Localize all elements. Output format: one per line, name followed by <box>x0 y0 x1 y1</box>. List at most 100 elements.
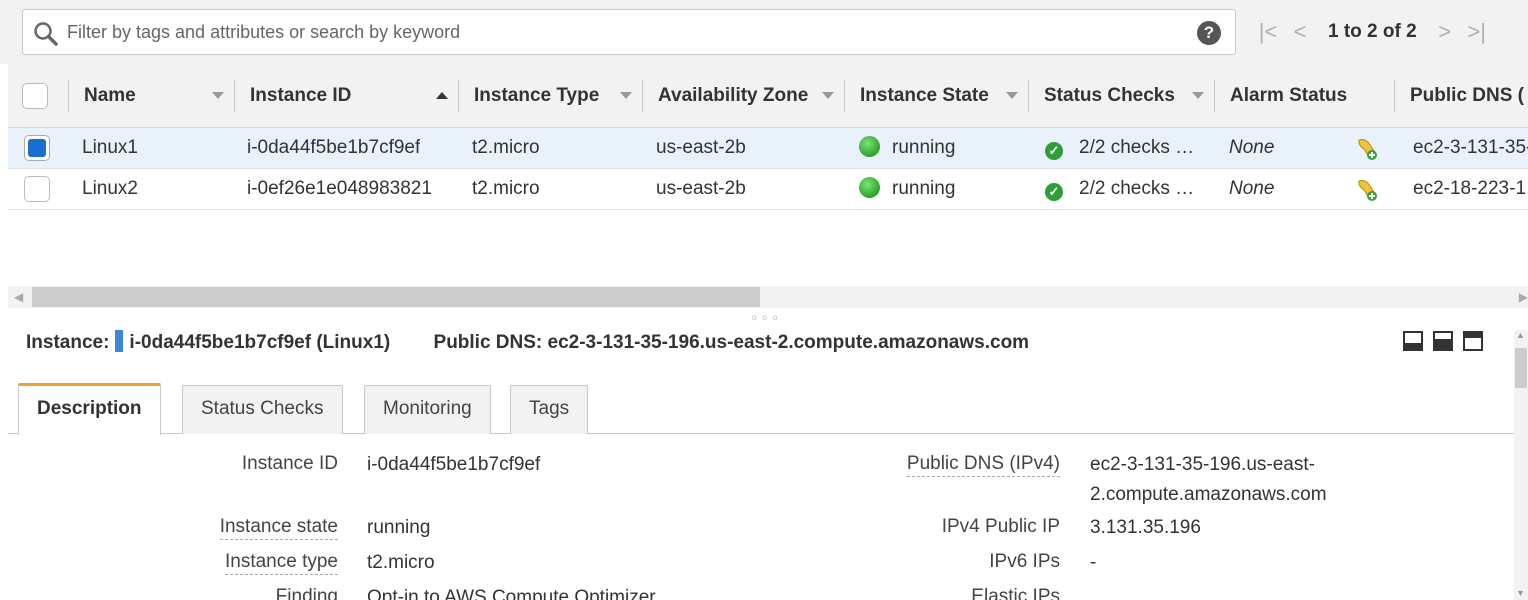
create-alarm-bell-icon[interactable] <box>1354 136 1380 162</box>
cell-instance-state: running <box>859 128 955 168</box>
field-label-instance-type: Instance type <box>180 551 338 575</box>
help-icon[interactable]: ? <box>1197 21 1221 45</box>
select-all-checkbox[interactable] <box>22 83 48 109</box>
first-page-icon[interactable]: |< <box>1252 19 1284 45</box>
filter-bar: ? |< < 1 to 2 of 2 > >| <box>0 0 1528 64</box>
check-ok-icon: ✓ <box>1045 183 1063 201</box>
instance-title-value: i-0da44f5be1b7cf9ef (Linux1) <box>129 332 391 353</box>
cell-availability-zone: us-east-2b <box>656 178 746 199</box>
running-status-icon <box>859 177 880 198</box>
field-label-elastic-ips: Elastic IPs <box>971 586 1060 600</box>
cell-public-dns: ec2-18-223-1 <box>1413 178 1527 199</box>
layout-top-icon[interactable] <box>1463 331 1483 351</box>
table-row[interactable]: Linux1 i-0da44f5be1b7cf9ef t2.micro us-e… <box>8 128 1528 169</box>
column-header-label: Instance ID <box>250 85 352 106</box>
field-value-ipv4-public-ip: 3.131.35.196 <box>1090 517 1201 538</box>
column-header-instance-type[interactable]: Instance Type <box>458 64 642 128</box>
status-checks-text: 2/2 checks … <box>1079 137 1195 158</box>
cell-name: Linux1 <box>82 137 138 158</box>
layout-bottom-half-icon[interactable] <box>1433 331 1453 351</box>
status-checks-text: 2/2 checks … <box>1079 178 1195 199</box>
sort-caret-icon <box>1192 92 1204 99</box>
tab-description[interactable]: Description <box>18 383 161 435</box>
cell-public-dns: ec2-3-131-35- <box>1413 137 1528 158</box>
column-header-label: Instance Type <box>474 85 600 106</box>
field-label-instance-state: Instance state <box>180 516 338 540</box>
sort-caret-icon <box>620 92 632 99</box>
scroll-left-icon[interactable]: ◀ <box>14 290 23 304</box>
column-header-availability-zone[interactable]: Availability Zone <box>642 64 844 128</box>
cell-alarm-status: None <box>1229 137 1275 158</box>
scroll-down-icon[interactable]: ▼ <box>1516 588 1525 598</box>
pagination-label: 1 to 2 of 2 <box>1328 21 1417 42</box>
public-dns-line-2: 2.compute.amazonaws.com <box>1090 484 1327 505</box>
cell-instance-type: t2.micro <box>472 137 540 158</box>
column-header-label: Status Checks <box>1044 85 1175 106</box>
field-label-instance-id: Instance ID <box>241 453 338 474</box>
field-value-ipv6-ips: - <box>1090 552 1097 573</box>
column-header-label: Public DNS ( <box>1410 85 1525 106</box>
table-row[interactable]: Linux2 i-0ef26e1e048983821 t2.micro us-e… <box>8 169 1528 210</box>
cell-name: Linux2 <box>82 178 138 199</box>
horizontal-scrollbar[interactable]: ◀ ▶ <box>8 286 1528 308</box>
tab-status-checks[interactable]: Status Checks <box>182 385 343 434</box>
row-checkbox[interactable] <box>24 135 50 161</box>
instance-detail-title: Instance: i-0da44f5be1b7cf9ef (Linux1) Pu… <box>26 330 1029 354</box>
search-icon <box>34 22 58 46</box>
field-label-public-dns: Public DNS (IPv4) <box>860 453 1060 477</box>
horizontal-scroll-thumb[interactable] <box>32 287 760 307</box>
cell-alarm-status: None <box>1229 178 1275 199</box>
tab-tags[interactable]: Tags <box>510 385 589 434</box>
layout-bottom-small-icon[interactable] <box>1403 331 1423 351</box>
pane-resize-handle[interactable]: ooo <box>752 313 783 322</box>
pagination: |< < 1 to 2 of 2 > >| <box>1252 18 1493 46</box>
public-dns-line-1: ec2-3-131-35-196.us-east- <box>1090 454 1315 475</box>
field-label-text: Instance type <box>224 551 338 575</box>
field-label-text: Public DNS (IPv4) <box>906 453 1060 477</box>
next-page-icon[interactable]: > <box>1429 19 1461 45</box>
field-value-public-dns: ec2-3-131-35-196.us-east- 2.compute.amaz… <box>1090 450 1327 510</box>
field-value-finding: Opt-in to AWS Compute Optimizer <box>367 587 656 600</box>
detail-tabs: Description Status Checks Monitoring Tag… <box>8 383 1514 435</box>
instance-label: Instance: <box>26 332 110 353</box>
vertical-scroll-thumb[interactable] <box>1515 348 1527 388</box>
column-header-label: Alarm Status <box>1230 85 1348 106</box>
check-ok-icon: ✓ <box>1045 142 1063 160</box>
column-header-label: Availability Zone <box>658 85 809 106</box>
scroll-up-icon[interactable]: ▲ <box>1516 330 1525 340</box>
sort-caret-icon <box>1006 92 1018 99</box>
previous-page-icon[interactable]: < <box>1284 19 1316 45</box>
filter-search-box[interactable]: ? <box>22 9 1236 55</box>
field-label-ipv6-ips: IPv6 IPs <box>989 551 1060 572</box>
column-header-label: Name <box>84 85 136 106</box>
row-checkbox[interactable] <box>24 176 50 202</box>
last-page-icon[interactable]: >| <box>1461 19 1493 45</box>
field-label-ipv4-public-ip: IPv4 Public IP <box>941 516 1060 537</box>
instance-marker <box>115 330 124 352</box>
field-value-instance-id: i-0da44f5be1b7cf9ef <box>367 454 541 475</box>
create-alarm-bell-icon[interactable] <box>1354 177 1380 203</box>
column-header-instance-id[interactable]: Instance ID <box>234 64 458 128</box>
vertical-scrollbar[interactable]: ▲ ▼ <box>1514 330 1528 600</box>
field-label-finding: Finding <box>275 586 338 600</box>
tab-monitoring[interactable]: Monitoring <box>364 385 491 434</box>
scroll-right-icon[interactable]: ▶ <box>1519 290 1528 304</box>
column-header-alarm-status[interactable]: Alarm Status <box>1214 64 1394 128</box>
filter-search-input[interactable] <box>67 18 1187 46</box>
cell-instance-id: i-0da44f5be1b7cf9ef <box>247 137 421 158</box>
field-value-instance-type: t2.micro <box>367 552 435 573</box>
instance-state-text: running <box>892 178 956 199</box>
cell-instance-id: i-0ef26e1e048983821 <box>247 178 432 199</box>
column-header-status-checks[interactable]: Status Checks <box>1028 64 1214 128</box>
cell-status-checks: ✓ 2/2 checks … <box>1045 169 1194 209</box>
column-header-name[interactable]: Name <box>68 64 234 128</box>
sort-caret-icon <box>822 92 834 99</box>
column-header-label: Instance State <box>860 85 989 106</box>
sort-ascending-icon <box>436 92 448 99</box>
field-value-instance-state: running <box>367 517 431 538</box>
running-status-icon <box>859 136 880 157</box>
column-header-public-dns[interactable]: Public DNS ( <box>1394 64 1528 128</box>
cell-availability-zone: us-east-2b <box>656 137 746 158</box>
column-header-instance-state[interactable]: Instance State <box>844 64 1028 128</box>
sort-caret-icon <box>212 92 224 99</box>
